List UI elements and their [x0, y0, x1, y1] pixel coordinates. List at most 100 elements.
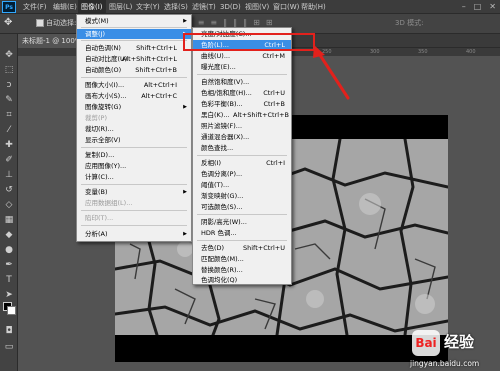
image-menu-mode[interactable]: 模式(M) ▶ [77, 16, 191, 26]
ruler-mark: 250 [322, 49, 332, 55]
healing-brush-icon[interactable]: ✚ [2, 138, 16, 152]
image-menu-auto-tone[interactable]: 自动色调(N) Shift+Ctrl+L [77, 43, 191, 53]
tools-panel: ✥ ⬚ ↄ ✎ ⌗ ⁄ ✚ ✐ ⊥ ↺ ◇ ▦ ◆ ● ✒ T ➤ ◘ ▭ [0, 34, 18, 371]
menu-separator [81, 27, 187, 28]
eyedropper-tool-icon[interactable]: ⁄ [2, 123, 16, 137]
menu-separator [81, 210, 187, 211]
ruler-mark: 400 [466, 49, 476, 55]
adjust-desaturate[interactable]: 去色(D) Shift+Ctrl+U [193, 243, 291, 253]
path-select-icon[interactable]: ➤ [2, 288, 16, 302]
background-color-swatch[interactable] [7, 306, 16, 315]
image-menu-crop: 裁剪(P) [85, 114, 107, 122]
image-menu-apply-image[interactable]: 应用图像(Y)... [77, 161, 191, 171]
clone-stamp-icon[interactable]: ⊥ [2, 168, 16, 182]
image-menu-canvas-size[interactable]: 画布大小(S)... Alt+Ctrl+C [77, 91, 191, 101]
menu-bar: Ps 文件(F) 编辑(E) 图像(I) 图层(L) 文字(Y) 选择(S) 滤… [0, 0, 500, 14]
image-menu-apply-data-set: 应用数据组(L)... [85, 199, 133, 207]
adjust-selective-color[interactable]: 可选颜色(S)... [193, 202, 291, 212]
menu-view[interactable]: 视图(V) [242, 0, 272, 14]
image-menu-variables[interactable]: 变量(B) ▶ [77, 187, 191, 197]
menu-separator [81, 40, 187, 41]
menu-file[interactable]: 文件(F) [20, 0, 50, 14]
adjust-hdr-toning[interactable]: HDR 色调... [193, 228, 291, 238]
blur-tool-icon[interactable]: ◆ [2, 228, 16, 242]
menu-type[interactable]: 文字(Y) [133, 0, 163, 14]
history-brush-icon[interactable]: ↺ [2, 183, 16, 197]
image-menu-trim[interactable]: 裁切(R)... [77, 124, 191, 134]
watermark-title: 经验 [444, 333, 475, 351]
watermark-url: jingyan.baidu.com [410, 359, 480, 368]
adjust-exposure[interactable]: 曝光度(E)... [193, 62, 291, 72]
menu-separator [81, 77, 187, 78]
move-tool-icon[interactable]: ✥ [2, 48, 16, 62]
adjust-hue-saturation[interactable]: 色相/饱和度(H)... Ctrl+U [193, 88, 291, 98]
image-menu-auto-color[interactable]: 自动颜色(O) Shift+Ctrl+B [77, 65, 191, 75]
adjust-posterize[interactable]: 色调分离(P)... [193, 169, 291, 179]
menu-separator [197, 214, 287, 215]
lasso-tool-icon[interactable]: ↄ [2, 78, 16, 92]
crop-tool-icon[interactable]: ⌗ [2, 108, 16, 122]
menu-image[interactable]: 图像(I) [78, 0, 106, 14]
move-tool-icon[interactable]: ✥ [4, 17, 12, 28]
adjust-replace-color[interactable]: 替换颜色(R)... [193, 265, 291, 275]
screen-mode-icon[interactable]: ▭ [2, 340, 16, 354]
submenu-arrow-icon: ▶ [183, 18, 187, 24]
adjust-invert[interactable]: 反相(I) Ctrl+I [193, 158, 291, 168]
type-tool-icon[interactable]: T [2, 273, 16, 287]
pen-tool-icon[interactable]: ✒ [2, 258, 16, 272]
menu-layer[interactable]: 图层(L) [106, 0, 135, 14]
window-controls: – □ ✕ [454, 0, 496, 14]
adjust-color-balance[interactable]: 色彩平衡(B)... Ctrl+B [193, 99, 291, 109]
brush-tool-icon[interactable]: ✐ [2, 153, 16, 167]
image-menu-analysis[interactable]: 分析(A) ▶ [77, 229, 191, 239]
image-menu-image-rotation[interactable]: 图像旋转(G) ▶ [77, 102, 191, 112]
menu-filter[interactable]: 滤镜(T) [189, 0, 219, 14]
ruler-mark: 300 [370, 49, 380, 55]
image-menu-auto-contrast[interactable]: 自动对比度(U) Alt+Shift+Ctrl+L [77, 54, 191, 64]
adjust-gradient-map[interactable]: 渐变映射(G)... [193, 191, 291, 201]
image-menu-trap: 陷印(T)... [85, 214, 114, 222]
align-icons[interactable]: ≡≡≡‖‖‖⊞⊞ [185, 18, 279, 27]
menu-separator [197, 155, 287, 156]
adjust-black-white[interactable]: 黑白(K)... Alt+Shift+Ctrl+B [193, 110, 291, 120]
menu-edit[interactable]: 编辑(E) [50, 0, 80, 14]
adjust-color-lookup[interactable]: 颜色查找... [193, 143, 291, 153]
maximize-icon[interactable]: □ [474, 2, 482, 11]
menu-separator [197, 74, 287, 75]
menu-separator [81, 147, 187, 148]
adjust-match-color[interactable]: 匹配颜色(M)... [193, 254, 291, 264]
adjust-shadows-highlights[interactable]: 阴影/高光(W)... [193, 217, 291, 227]
photoshop-logo-icon[interactable]: Ps [2, 1, 16, 13]
image-menu-duplicate[interactable]: 复制(D)... [77, 150, 191, 160]
close-icon[interactable]: ✕ [489, 2, 496, 11]
gradient-tool-icon[interactable]: ▦ [2, 213, 16, 227]
mode-3d-label: 3D 模式: [395, 19, 424, 27]
image-menu-reveal-all[interactable]: 显示全部(V) [77, 135, 191, 145]
marquee-tool-icon[interactable]: ⬚ [2, 63, 16, 77]
submenu-arrow-icon: ▶ [183, 189, 187, 195]
highlight-box [183, 33, 315, 51]
menu-separator [81, 225, 187, 226]
baidu-paw-logo-icon: Bai [412, 330, 440, 356]
quick-select-tool-icon[interactable]: ✎ [2, 93, 16, 107]
submenu-arrow-icon: ▶ [183, 231, 187, 237]
adjust-vibrance[interactable]: 自然饱和度(V)... [193, 77, 291, 87]
image-menu-image-size[interactable]: 图像大小(I)... Alt+Ctrl+I [77, 80, 191, 90]
adjust-channel-mixer[interactable]: 通道混合器(X)... [193, 132, 291, 142]
adjustments-submenu: 亮度/对比度(C)... 色阶(L)... Ctrl+L 曲线(U)... Ctrl… [192, 27, 292, 285]
menu-help[interactable]: 帮助(H) [298, 0, 329, 14]
menu-select[interactable]: 选择(S) [161, 0, 191, 14]
eraser-tool-icon[interactable]: ◇ [2, 198, 16, 212]
adjust-photo-filter[interactable]: 照片滤镜(F)... [193, 121, 291, 131]
auto-select-label: 自动选择: [46, 19, 77, 27]
auto-select-checkbox[interactable] [36, 19, 44, 27]
image-menu-calculations[interactable]: 计算(C)... [77, 172, 191, 182]
menu-3d[interactable]: 3D(D) [217, 0, 244, 14]
adjust-threshold[interactable]: 阈值(T)... [193, 180, 291, 190]
image-menu-adjustments[interactable]: 调整(J) ▶ [77, 29, 191, 39]
dodge-tool-icon[interactable]: ● [2, 243, 16, 257]
minimize-icon[interactable]: – [462, 2, 466, 11]
adjust-equalize[interactable]: 色调均化(Q) [193, 275, 291, 285]
quick-mask-icon[interactable]: ◘ [2, 324, 16, 338]
adjust-curves[interactable]: 曲线(U)... Ctrl+M [193, 51, 291, 61]
